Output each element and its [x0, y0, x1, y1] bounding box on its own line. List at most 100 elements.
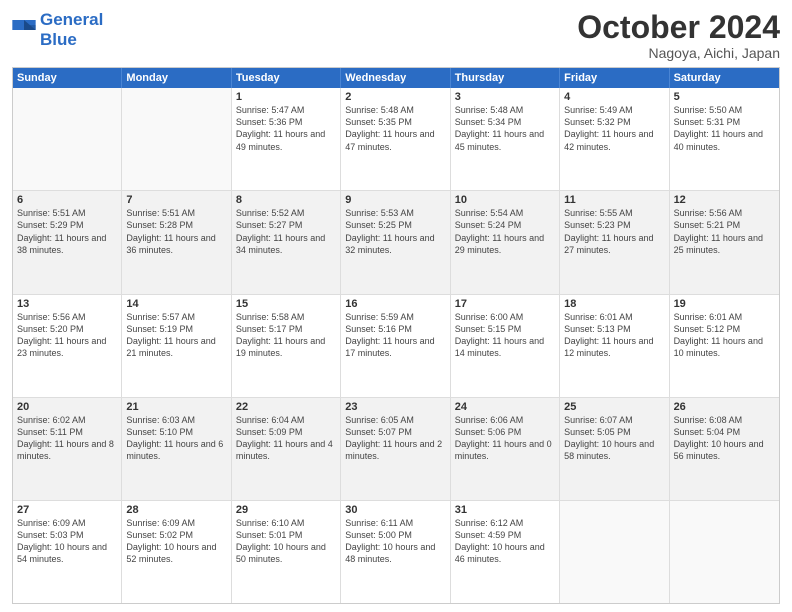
calendar-cell: 24Sunrise: 6:06 AM Sunset: 5:06 PM Dayli… [451, 398, 560, 500]
day-info: Sunrise: 5:58 AM Sunset: 5:17 PM Dayligh… [236, 311, 336, 360]
day-info: Sunrise: 5:54 AM Sunset: 5:24 PM Dayligh… [455, 207, 555, 256]
page-container: General Blue October 2024 Nagoya, Aichi,… [0, 0, 792, 612]
day-info: Sunrise: 5:49 AM Sunset: 5:32 PM Dayligh… [564, 104, 664, 153]
header-friday: Friday [560, 68, 669, 88]
calendar-cell: 27Sunrise: 6:09 AM Sunset: 5:03 PM Dayli… [13, 501, 122, 603]
day-number: 17 [455, 298, 555, 310]
day-info: Sunrise: 5:50 AM Sunset: 5:31 PM Dayligh… [674, 104, 775, 153]
day-info: Sunrise: 5:56 AM Sunset: 5:21 PM Dayligh… [674, 207, 775, 256]
calendar-cell: 7Sunrise: 5:51 AM Sunset: 5:28 PM Daylig… [122, 191, 231, 293]
day-number: 7 [126, 194, 226, 206]
day-number: 23 [345, 401, 445, 413]
header-sunday: Sunday [13, 68, 122, 88]
day-number: 8 [236, 194, 336, 206]
day-info: Sunrise: 6:11 AM Sunset: 5:00 PM Dayligh… [345, 517, 445, 566]
calendar-cell: 29Sunrise: 6:10 AM Sunset: 5:01 PM Dayli… [232, 501, 341, 603]
day-number: 22 [236, 401, 336, 413]
day-number: 31 [455, 504, 555, 516]
day-info: Sunrise: 6:02 AM Sunset: 5:11 PM Dayligh… [17, 414, 117, 463]
header-monday: Monday [122, 68, 231, 88]
day-number: 27 [17, 504, 117, 516]
calendar-cell: 5Sunrise: 5:50 AM Sunset: 5:31 PM Daylig… [670, 88, 779, 190]
calendar-week-5: 27Sunrise: 6:09 AM Sunset: 5:03 PM Dayli… [13, 500, 779, 603]
day-number: 29 [236, 504, 336, 516]
day-number: 20 [17, 401, 117, 413]
header: General Blue October 2024 Nagoya, Aichi,… [12, 10, 780, 61]
calendar-body: 1Sunrise: 5:47 AM Sunset: 5:36 PM Daylig… [13, 88, 779, 603]
calendar-cell: 31Sunrise: 6:12 AM Sunset: 4:59 PM Dayli… [451, 501, 560, 603]
day-info: Sunrise: 5:55 AM Sunset: 5:23 PM Dayligh… [564, 207, 664, 256]
day-info: Sunrise: 6:09 AM Sunset: 5:03 PM Dayligh… [17, 517, 117, 566]
calendar-week-3: 13Sunrise: 5:56 AM Sunset: 5:20 PM Dayli… [13, 294, 779, 397]
calendar-cell: 17Sunrise: 6:00 AM Sunset: 5:15 PM Dayli… [451, 295, 560, 397]
day-number: 28 [126, 504, 226, 516]
calendar-cell: 4Sunrise: 5:49 AM Sunset: 5:32 PM Daylig… [560, 88, 669, 190]
calendar-cell [13, 88, 122, 190]
day-number: 12 [674, 194, 775, 206]
day-number: 26 [674, 401, 775, 413]
day-number: 25 [564, 401, 664, 413]
calendar-cell: 16Sunrise: 5:59 AM Sunset: 5:16 PM Dayli… [341, 295, 450, 397]
calendar-cell: 6Sunrise: 5:51 AM Sunset: 5:29 PM Daylig… [13, 191, 122, 293]
day-number: 9 [345, 194, 445, 206]
day-number: 6 [17, 194, 117, 206]
day-number: 10 [455, 194, 555, 206]
calendar-cell: 15Sunrise: 5:58 AM Sunset: 5:17 PM Dayli… [232, 295, 341, 397]
day-info: Sunrise: 5:51 AM Sunset: 5:29 PM Dayligh… [17, 207, 117, 256]
day-info: Sunrise: 6:10 AM Sunset: 5:01 PM Dayligh… [236, 517, 336, 566]
day-info: Sunrise: 5:52 AM Sunset: 5:27 PM Dayligh… [236, 207, 336, 256]
day-number: 4 [564, 91, 664, 103]
calendar-cell: 13Sunrise: 5:56 AM Sunset: 5:20 PM Dayli… [13, 295, 122, 397]
day-info: Sunrise: 6:09 AM Sunset: 5:02 PM Dayligh… [126, 517, 226, 566]
day-info: Sunrise: 5:51 AM Sunset: 5:28 PM Dayligh… [126, 207, 226, 256]
logo-icon [12, 20, 36, 40]
calendar-cell: 8Sunrise: 5:52 AM Sunset: 5:27 PM Daylig… [232, 191, 341, 293]
calendar-cell: 18Sunrise: 6:01 AM Sunset: 5:13 PM Dayli… [560, 295, 669, 397]
day-number: 30 [345, 504, 445, 516]
calendar-cell: 3Sunrise: 5:48 AM Sunset: 5:34 PM Daylig… [451, 88, 560, 190]
day-info: Sunrise: 5:57 AM Sunset: 5:19 PM Dayligh… [126, 311, 226, 360]
calendar-cell: 10Sunrise: 5:54 AM Sunset: 5:24 PM Dayli… [451, 191, 560, 293]
day-info: Sunrise: 6:06 AM Sunset: 5:06 PM Dayligh… [455, 414, 555, 463]
calendar-cell: 19Sunrise: 6:01 AM Sunset: 5:12 PM Dayli… [670, 295, 779, 397]
logo-text: General Blue [40, 10, 103, 49]
calendar-cell: 30Sunrise: 6:11 AM Sunset: 5:00 PM Dayli… [341, 501, 450, 603]
calendar-cell: 20Sunrise: 6:02 AM Sunset: 5:11 PM Dayli… [13, 398, 122, 500]
day-info: Sunrise: 5:48 AM Sunset: 5:34 PM Dayligh… [455, 104, 555, 153]
day-info: Sunrise: 5:53 AM Sunset: 5:25 PM Dayligh… [345, 207, 445, 256]
day-info: Sunrise: 6:01 AM Sunset: 5:12 PM Dayligh… [674, 311, 775, 360]
calendar-cell: 11Sunrise: 5:55 AM Sunset: 5:23 PM Dayli… [560, 191, 669, 293]
calendar-cell: 26Sunrise: 6:08 AM Sunset: 5:04 PM Dayli… [670, 398, 779, 500]
calendar-week-4: 20Sunrise: 6:02 AM Sunset: 5:11 PM Dayli… [13, 397, 779, 500]
day-number: 19 [674, 298, 775, 310]
day-info: Sunrise: 6:00 AM Sunset: 5:15 PM Dayligh… [455, 311, 555, 360]
day-info: Sunrise: 5:59 AM Sunset: 5:16 PM Dayligh… [345, 311, 445, 360]
header-thursday: Thursday [451, 68, 560, 88]
calendar-cell [122, 88, 231, 190]
location: Nagoya, Aichi, Japan [577, 45, 780, 61]
day-info: Sunrise: 6:01 AM Sunset: 5:13 PM Dayligh… [564, 311, 664, 360]
day-info: Sunrise: 6:08 AM Sunset: 5:04 PM Dayligh… [674, 414, 775, 463]
header-wednesday: Wednesday [341, 68, 450, 88]
calendar-cell: 25Sunrise: 6:07 AM Sunset: 5:05 PM Dayli… [560, 398, 669, 500]
calendar-cell: 2Sunrise: 5:48 AM Sunset: 5:35 PM Daylig… [341, 88, 450, 190]
calendar-cell [670, 501, 779, 603]
calendar: Sunday Monday Tuesday Wednesday Thursday… [12, 67, 780, 604]
title-area: October 2024 Nagoya, Aichi, Japan [577, 10, 780, 61]
calendar-cell: 21Sunrise: 6:03 AM Sunset: 5:10 PM Dayli… [122, 398, 231, 500]
calendar-cell [560, 501, 669, 603]
day-info: Sunrise: 5:48 AM Sunset: 5:35 PM Dayligh… [345, 104, 445, 153]
day-info: Sunrise: 6:05 AM Sunset: 5:07 PM Dayligh… [345, 414, 445, 463]
day-number: 24 [455, 401, 555, 413]
day-info: Sunrise: 6:03 AM Sunset: 5:10 PM Dayligh… [126, 414, 226, 463]
header-tuesday: Tuesday [232, 68, 341, 88]
header-saturday: Saturday [670, 68, 779, 88]
calendar-cell: 28Sunrise: 6:09 AM Sunset: 5:02 PM Dayli… [122, 501, 231, 603]
day-number: 11 [564, 194, 664, 206]
calendar-cell: 23Sunrise: 6:05 AM Sunset: 5:07 PM Dayli… [341, 398, 450, 500]
day-info: Sunrise: 6:12 AM Sunset: 4:59 PM Dayligh… [455, 517, 555, 566]
day-number: 18 [564, 298, 664, 310]
calendar-cell: 1Sunrise: 5:47 AM Sunset: 5:36 PM Daylig… [232, 88, 341, 190]
calendar-header: Sunday Monday Tuesday Wednesday Thursday… [13, 68, 779, 88]
day-number: 15 [236, 298, 336, 310]
